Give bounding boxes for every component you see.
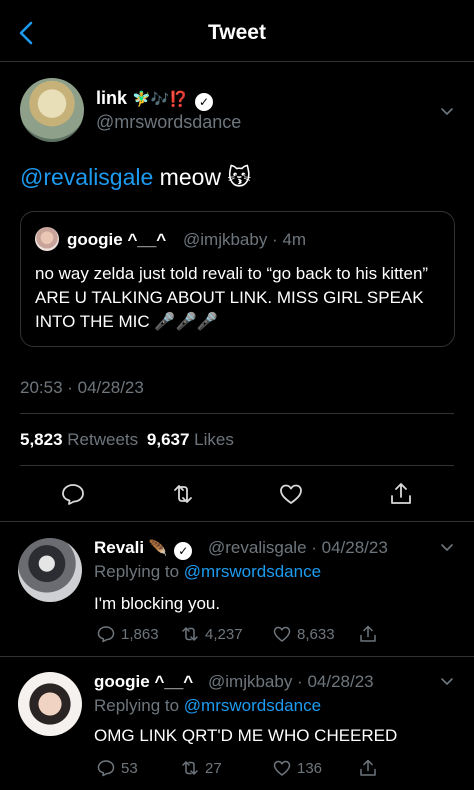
- tweet-text: @revalisgale meow 😽: [20, 164, 251, 191]
- retweet-icon: [182, 761, 198, 775]
- divider: [20, 413, 454, 414]
- chevron-down-icon[interactable]: [440, 104, 454, 118]
- retweets-count[interactable]: 5,823: [20, 430, 63, 449]
- avatar: [35, 227, 59, 251]
- quoted-tweet[interactable]: googie ^__^ @imjkbaby · 4m no way zelda …: [20, 211, 455, 347]
- divider: [20, 465, 454, 466]
- author-name[interactable]: link 🧚‍♂️🎶⁉️ ✓: [96, 88, 214, 111]
- like-button[interactable]: 8,633: [272, 624, 335, 644]
- verified-icon: ✓: [174, 542, 193, 560]
- reply-author-handle[interactable]: @revalisgale · 04/28/23: [208, 538, 388, 558]
- reply-button[interactable]: 53: [96, 758, 138, 778]
- replying-to: Replying to @mrswordsdance: [94, 696, 321, 716]
- verified-icon: ✓: [195, 93, 214, 111]
- top-bar: Tweet: [0, 0, 474, 62]
- quote-author-name: googie ^__^: [67, 230, 167, 249]
- tweet-stats: 5,823 Retweets 9,637 Likes: [20, 430, 238, 450]
- replying-to-link[interactable]: @mrswordsdance: [184, 562, 321, 581]
- retweet-icon: [182, 627, 198, 641]
- retweet-count: 4,237: [205, 625, 243, 643]
- like-icon[interactable]: [278, 481, 304, 507]
- retweet-button[interactable]: 4,237: [180, 624, 243, 644]
- avatar[interactable]: [18, 538, 82, 602]
- page-title: Tweet: [208, 21, 266, 44]
- chevron-down-icon[interactable]: [440, 674, 454, 688]
- likes-count[interactable]: 9,637: [147, 430, 190, 449]
- chevron-down-icon[interactable]: [440, 540, 454, 554]
- author-handle[interactable]: @mrswordsdance: [96, 112, 241, 133]
- share-icon[interactable]: [388, 481, 414, 507]
- quote-text: no way zelda just told revali to “go bac…: [35, 264, 429, 331]
- retweet-icon[interactable]: [170, 481, 196, 507]
- like-icon: [273, 626, 291, 642]
- reply-text: OMG LINK QRT'D ME WHO CHEERED: [94, 726, 398, 745]
- reply-author-handle[interactable]: @imjkbaby · 04/28/23: [208, 672, 374, 692]
- replying-prefix: Replying to: [94, 696, 180, 715]
- reply-author-name-text: googie ^__^: [94, 672, 194, 691]
- replying-to-link[interactable]: @mrswordsdance: [184, 696, 321, 715]
- like-count: 8,633: [297, 625, 335, 643]
- reply-icon: [97, 760, 115, 777]
- reply-button[interactable]: 1,863: [96, 624, 159, 644]
- avatar[interactable]: [20, 78, 84, 142]
- like-count: 136: [297, 759, 323, 777]
- replying-to: Replying to @mrswordsdance: [94, 562, 321, 582]
- author-name-text: link: [96, 88, 128, 108]
- avatar[interactable]: [18, 672, 82, 736]
- reply-author-name[interactable]: googie ^__^: [94, 672, 193, 692]
- reply-icon[interactable]: [60, 481, 86, 507]
- mention-link[interactable]: @revalisgale: [20, 164, 153, 190]
- share-icon[interactable]: [358, 758, 378, 778]
- share-icon[interactable]: [358, 624, 378, 644]
- reply-author-emoji: 🪶: [148, 540, 168, 557]
- retweets-label[interactable]: Retweets: [67, 430, 138, 449]
- reply-text: I'm blocking you.: [94, 594, 221, 613]
- likes-label[interactable]: Likes: [194, 430, 234, 449]
- reply-author-name[interactable]: Revali 🪶 ✓: [94, 538, 193, 560]
- quote-author-handle: @imjkbaby · 4m: [183, 230, 307, 249]
- retweet-button[interactable]: 27: [180, 758, 222, 778]
- reply-icon: [97, 626, 115, 643]
- like-icon: [273, 760, 291, 776]
- author-emoji: 🧚‍♂️🎶⁉️: [132, 91, 189, 108]
- divider: [0, 656, 474, 657]
- reply-author-name-text: Revali: [94, 538, 145, 557]
- divider: [0, 521, 474, 522]
- like-button[interactable]: 136: [272, 758, 322, 778]
- reply-count: 53: [121, 759, 138, 777]
- tweet-body: meow 😽: [153, 164, 252, 190]
- replying-prefix: Replying to: [94, 562, 180, 581]
- tweet-timestamp: 20:53 · 04/28/23: [20, 378, 144, 397]
- reply-count: 1,863: [121, 625, 159, 643]
- retweet-count: 27: [205, 759, 222, 777]
